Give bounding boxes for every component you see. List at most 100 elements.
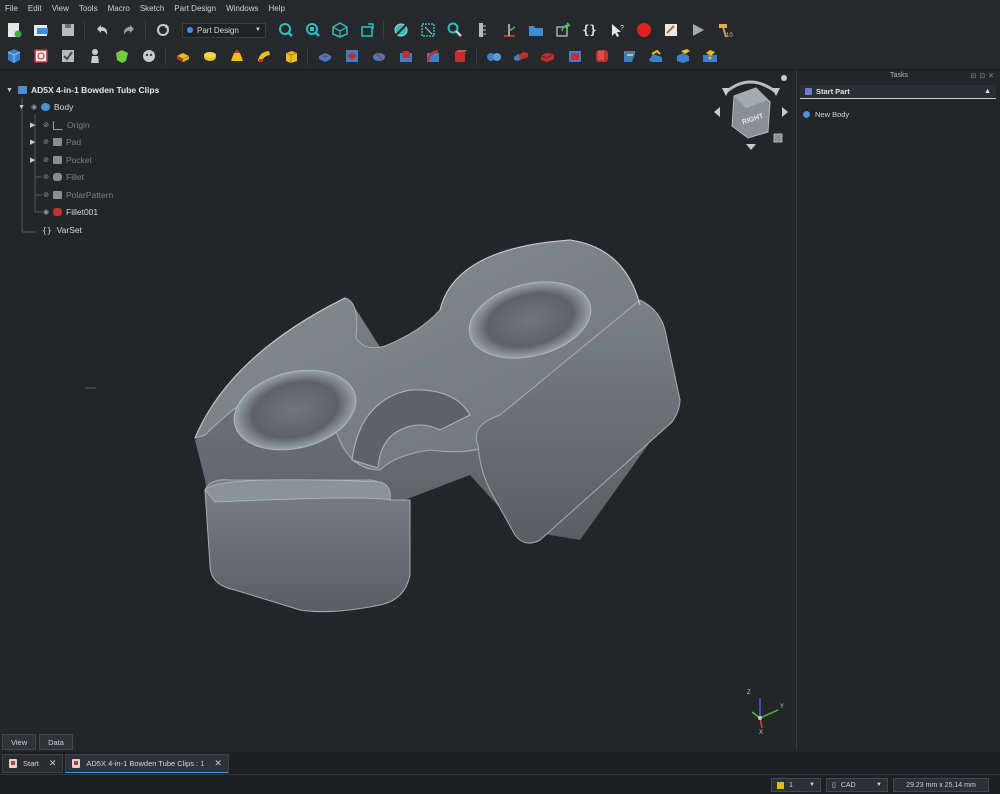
tree-item-fillet001[interactable]: ◉ Fillet001	[42, 205, 98, 219]
draw-style-icon[interactable]	[390, 19, 412, 41]
hole-icon[interactable]	[341, 45, 363, 67]
new-body-action[interactable]: New Body	[803, 110, 849, 119]
tree-item-polarpattern[interactable]: ⊘ PolarPattern	[42, 188, 113, 202]
new-file-icon[interactable]	[3, 19, 25, 41]
tree-item-body[interactable]: ▼ ◉ Body	[18, 100, 73, 114]
multi-transform-icon[interactable]	[564, 45, 586, 67]
close-icon[interactable]: ✕	[49, 758, 57, 769]
menu-view[interactable]: View	[47, 4, 74, 13]
visibility-eye-icon[interactable]: ◉	[42, 208, 50, 216]
additive-primitive-icon[interactable]	[280, 45, 302, 67]
menu-tools[interactable]: Tools	[74, 4, 103, 13]
export-icon[interactable]	[552, 19, 574, 41]
polar-pattern-icon[interactable]	[537, 45, 559, 67]
workbench-selector[interactable]: Part Design ▼	[182, 22, 266, 38]
collapse-arrow-icon[interactable]: ▼	[6, 87, 14, 94]
menu-help[interactable]: Help	[264, 4, 290, 13]
collapse-caret-icon[interactable]: ▲	[984, 88, 991, 95]
tree-item-pocket[interactable]: ▶ ⊘ Pocket	[30, 153, 92, 167]
open-file-icon[interactable]	[30, 19, 52, 41]
tab-start[interactable]: Start ✕	[2, 753, 64, 773]
mirrored-icon[interactable]	[483, 45, 505, 67]
fillet-icon[interactable]	[591, 45, 613, 67]
tree-item-pad[interactable]: ▶ ⊘ Pad	[30, 135, 81, 149]
fit-selection-icon[interactable]	[302, 19, 324, 41]
model-render[interactable]	[0, 70, 795, 750]
loft-icon[interactable]	[226, 45, 248, 67]
varset-icon: {}	[42, 225, 52, 235]
linear-pattern-icon[interactable]	[510, 45, 532, 67]
tree-item-origin[interactable]: ▶ ⊘ Origin	[30, 118, 90, 132]
hidden-eye-icon[interactable]: ⊘	[42, 173, 50, 181]
chamfer-icon[interactable]	[618, 45, 640, 67]
visibility-eye-icon[interactable]: ◉	[30, 103, 38, 111]
clone-icon[interactable]	[84, 45, 106, 67]
expand-arrow-icon[interactable]: ▶	[30, 138, 38, 146]
refresh-icon[interactable]	[152, 19, 174, 41]
layer-selector[interactable]: 1 ▼	[771, 778, 821, 792]
create-sketch-icon[interactable]	[30, 45, 52, 67]
chevron-down-icon: ▼	[255, 27, 261, 33]
tree-item-label: Origin	[67, 120, 90, 130]
menu-file[interactable]: File	[0, 4, 23, 13]
shape-binder-icon[interactable]	[138, 45, 160, 67]
menu-part-design[interactable]: Part Design	[169, 4, 221, 13]
thickness-icon[interactable]	[672, 45, 694, 67]
measure-icon[interactable]	[471, 19, 493, 41]
3d-viewport[interactable]	[0, 70, 795, 750]
sub-shape-binder-icon[interactable]	[111, 45, 133, 67]
toolbar-separator	[165, 47, 166, 65]
folder-icon[interactable]	[525, 19, 547, 41]
subtractive-primitive-icon[interactable]	[449, 45, 471, 67]
hammer-icon[interactable]: 10	[714, 19, 736, 41]
varset-icon[interactable]: {}	[579, 19, 601, 41]
bounding-box-icon[interactable]	[417, 19, 439, 41]
expand-arrow-icon[interactable]: ▶	[30, 156, 38, 164]
hidden-eye-icon[interactable]: ⊘	[42, 138, 50, 146]
run-macro-icon[interactable]	[687, 19, 709, 41]
start-part-panel-header[interactable]: Start Part ▲	[800, 85, 996, 99]
draft-icon[interactable]	[645, 45, 667, 67]
hole-pattern-icon[interactable]	[699, 45, 721, 67]
menu-edit[interactable]: Edit	[23, 4, 47, 13]
expand-arrow-icon[interactable]: ▶	[30, 121, 38, 129]
fit-all-icon[interactable]	[275, 19, 297, 41]
menu-macro[interactable]: Macro	[103, 4, 135, 13]
hidden-eye-icon[interactable]: ⊘	[42, 121, 50, 129]
record-macro-icon[interactable]	[633, 19, 655, 41]
whats-this-icon[interactable]: ?	[606, 19, 628, 41]
tree-item-fillet[interactable]: ⊘ Fillet	[42, 170, 84, 184]
subtractive-pipe-icon[interactable]	[422, 45, 444, 67]
save-icon[interactable]	[57, 19, 79, 41]
subtractive-loft-icon[interactable]	[395, 45, 417, 67]
tab-document[interactable]: AD5X 4-in-1 Bowden Tube Clips : 1 ✕	[65, 753, 229, 773]
close-icon[interactable]: ✕	[214, 758, 222, 769]
redo-icon[interactable]	[118, 19, 140, 41]
toolbar-separator	[476, 47, 477, 65]
validate-sketch-icon[interactable]	[57, 45, 79, 67]
menu-sketch[interactable]: Sketch	[135, 4, 169, 13]
tab-data[interactable]: Data	[39, 734, 73, 750]
body-icon[interactable]	[3, 45, 25, 67]
macro-editor-icon[interactable]	[660, 19, 682, 41]
pocket-icon[interactable]	[314, 45, 336, 67]
undo-icon[interactable]	[91, 19, 113, 41]
panel-window-controls[interactable]: ⊟⊡✕	[970, 72, 997, 80]
navigation-style-selector[interactable]: ▯ CAD ▼	[826, 778, 888, 792]
tab-view[interactable]: View	[2, 734, 37, 750]
std-views-icon[interactable]	[356, 19, 378, 41]
revolution-icon[interactable]	[199, 45, 221, 67]
hidden-eye-icon[interactable]: ⊘	[42, 156, 50, 164]
axis-cross-icon[interactable]	[498, 19, 520, 41]
isometric-view-icon[interactable]	[329, 19, 351, 41]
collapse-arrow-icon[interactable]: ▼	[18, 104, 26, 111]
tree-item-varset[interactable]: {} VarSet	[42, 223, 82, 237]
navigation-cube[interactable]: RIGHT	[712, 74, 792, 156]
menu-windows[interactable]: Windows	[221, 4, 263, 13]
hidden-eye-icon[interactable]: ⊘	[42, 191, 50, 199]
zoom-icon[interactable]	[444, 19, 466, 41]
pipe-icon[interactable]	[253, 45, 275, 67]
pad-icon[interactable]	[172, 45, 194, 67]
groove-icon[interactable]	[368, 45, 390, 67]
tree-document-row[interactable]: ▼ AD5X 4-in-1 Bowden Tube Clips	[6, 83, 159, 97]
